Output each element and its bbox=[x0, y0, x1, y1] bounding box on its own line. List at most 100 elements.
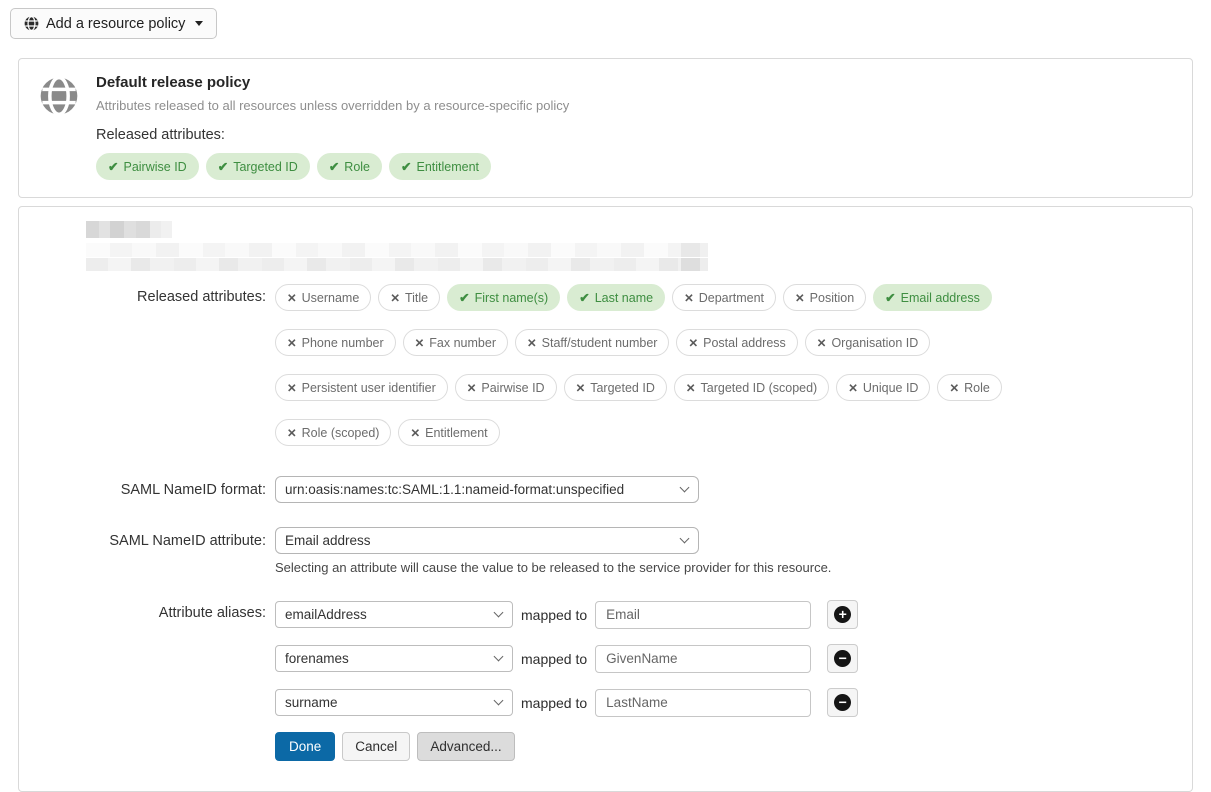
attribute-pill-label: Staff/student number bbox=[542, 336, 658, 350]
check-icon: ✔ bbox=[329, 159, 339, 174]
x-icon: ✕ bbox=[390, 291, 400, 305]
attribute-pill-label: Title bbox=[405, 291, 428, 305]
default-policy-description: Attributes released to all resources unl… bbox=[96, 98, 569, 113]
attribute-pill-label: Organisation ID bbox=[831, 336, 918, 350]
attribute-pill[interactable]: ✕ ✔ Pairwise ID bbox=[96, 153, 199, 180]
attribute-alias-row: emailAddress mapped to + bbox=[275, 600, 858, 629]
nameid-attribute-select[interactable]: Email address bbox=[275, 527, 699, 554]
x-icon: ✕ bbox=[684, 291, 694, 305]
attribute-aliases-label: Attribute aliases: bbox=[39, 600, 266, 621]
attribute-pill[interactable]: ✕ ✔ Targeted ID bbox=[564, 374, 667, 401]
x-icon: ✕ bbox=[287, 291, 297, 305]
alias-source-select[interactable]: surname bbox=[275, 689, 513, 716]
attribute-pill-label: Fax number bbox=[429, 336, 496, 350]
alias-target-input[interactable] bbox=[595, 689, 811, 717]
x-icon: ✕ bbox=[287, 381, 297, 395]
attribute-pill[interactable]: ✕ ✔ Position bbox=[783, 284, 866, 311]
advanced-button[interactable]: Advanced... bbox=[417, 732, 514, 761]
default-release-policy-card: Default release policy Attributes releas… bbox=[18, 58, 1193, 198]
nameid-attribute-row: SAML NameID attribute: Email address bbox=[39, 527, 1172, 554]
x-icon: ✕ bbox=[287, 426, 297, 440]
nameid-format-label: SAML NameID format: bbox=[39, 482, 266, 498]
x-icon: ✕ bbox=[817, 336, 827, 350]
attribute-pill-label: Targeted ID bbox=[233, 160, 298, 174]
attribute-pill[interactable]: ✕ ✔ Entitlement bbox=[389, 153, 491, 180]
check-icon: ✔ bbox=[108, 159, 118, 174]
default-policy-title: Default release policy bbox=[96, 74, 569, 91]
check-icon: ✔ bbox=[579, 290, 589, 305]
alias-action-button[interactable]: − bbox=[827, 688, 858, 717]
plus-minus-icon: − bbox=[834, 650, 851, 667]
attribute-pill[interactable]: ✕ ✔ Username bbox=[275, 284, 371, 311]
attribute-pill[interactable]: ✕ ✔ Role bbox=[937, 374, 1001, 401]
attribute-pill[interactable]: ✕ ✔ Email address bbox=[873, 284, 992, 311]
released-attributes-row: Released attributes: ✕ ✔ Username ✕ ✔ Ti… bbox=[39, 284, 1172, 446]
attribute-pill[interactable]: ✕ ✔ Department bbox=[672, 284, 776, 311]
form-actions: Done Cancel Advanced... bbox=[275, 732, 1172, 761]
nameid-format-row: SAML NameID format: urn:oasis:names:tc:S… bbox=[39, 476, 1172, 503]
alias-rows: emailAddress mapped to + forenames bbox=[275, 600, 858, 717]
mapped-to-label: mapped to bbox=[521, 651, 587, 667]
nameid-attribute-label: SAML NameID attribute: bbox=[39, 533, 266, 549]
attribute-pill-label: First name(s) bbox=[475, 291, 549, 305]
alias-source-select[interactable]: emailAddress bbox=[275, 601, 513, 628]
caret-down-icon bbox=[195, 21, 203, 26]
resource-policy-pills: ✕ ✔ Username ✕ ✔ Title ✕ ✔ First name(s) bbox=[275, 284, 1075, 446]
attribute-pill[interactable]: ✕ ✔ Organisation ID bbox=[805, 329, 931, 356]
attribute-pill-label: Role (scoped) bbox=[302, 426, 380, 440]
check-icon: ✔ bbox=[218, 159, 228, 174]
attribute-pill[interactable]: ✕ ✔ Unique ID bbox=[836, 374, 930, 401]
x-icon: ✕ bbox=[287, 336, 297, 350]
attribute-pill-label: Unique ID bbox=[863, 381, 919, 395]
released-attributes-label: Released attributes: bbox=[39, 284, 266, 305]
attribute-pill-label: Position bbox=[810, 291, 854, 305]
alias-target-input[interactable] bbox=[595, 601, 811, 629]
attribute-pill[interactable]: ✕ ✔ Persistent user identifier bbox=[275, 374, 448, 401]
mapped-to-label: mapped to bbox=[521, 695, 587, 711]
attribute-pill[interactable]: ✕ ✔ Fax number bbox=[403, 329, 508, 356]
attribute-aliases-row: Attribute aliases: emailAddress mapped t… bbox=[39, 600, 1172, 717]
attribute-alias-row: surname mapped to − bbox=[275, 688, 858, 717]
attribute-pill[interactable]: ✕ ✔ Phone number bbox=[275, 329, 396, 356]
attribute-pill[interactable]: ✕ ✔ Entitlement bbox=[398, 419, 499, 446]
plus-minus-icon: − bbox=[834, 694, 851, 711]
resource-policy-card: Released attributes: ✕ ✔ Username ✕ ✔ Ti… bbox=[18, 206, 1193, 792]
globe-icon bbox=[39, 76, 79, 116]
nameid-format-select[interactable]: urn:oasis:names:tc:SAML:1.1:nameid-forma… bbox=[275, 476, 699, 503]
attribute-pill[interactable]: ✕ ✔ Last name bbox=[567, 284, 665, 311]
attribute-pill-label: Phone number bbox=[302, 336, 384, 350]
attribute-pill[interactable]: ✕ ✔ Role bbox=[317, 153, 382, 180]
alias-action-button[interactable]: + bbox=[827, 600, 858, 629]
attribute-pill[interactable]: ✕ ✔ Targeted ID bbox=[206, 153, 310, 180]
x-icon: ✕ bbox=[949, 381, 959, 395]
redacted-text-block bbox=[86, 221, 172, 238]
attribute-pill-label: Pairwise ID bbox=[481, 381, 544, 395]
attribute-pill[interactable]: ✕ ✔ Postal address bbox=[676, 329, 797, 356]
attribute-pill[interactable]: ✕ ✔ Title bbox=[378, 284, 440, 311]
attribute-pill[interactable]: ✕ ✔ First name(s) bbox=[447, 284, 560, 311]
attribute-pill-label: Targeted ID (scoped) bbox=[701, 381, 818, 395]
alias-action-button[interactable]: − bbox=[827, 644, 858, 673]
nameid-attribute-help: Selecting an attribute will cause the va… bbox=[275, 560, 1172, 575]
attribute-pill-label: Role bbox=[964, 381, 990, 395]
attribute-pill[interactable]: ✕ ✔ Role (scoped) bbox=[275, 419, 391, 446]
add-resource-policy-label: Add a resource policy bbox=[46, 16, 185, 32]
x-icon: ✕ bbox=[576, 381, 586, 395]
done-button[interactable]: Done bbox=[275, 732, 335, 761]
attribute-pill-label: Pairwise ID bbox=[123, 160, 186, 174]
attribute-pill[interactable]: ✕ ✔ Pairwise ID bbox=[455, 374, 557, 401]
check-icon: ✔ bbox=[459, 290, 469, 305]
attribute-pill[interactable]: ✕ ✔ Staff/student number bbox=[515, 329, 669, 356]
x-icon: ✕ bbox=[410, 426, 420, 440]
redacted-text-block bbox=[86, 243, 708, 257]
add-resource-policy-button[interactable]: Add a resource policy bbox=[10, 8, 217, 39]
attribute-pill-label: Username bbox=[302, 291, 360, 305]
attribute-pill[interactable]: ✕ ✔ Targeted ID (scoped) bbox=[674, 374, 829, 401]
alias-target-input[interactable] bbox=[595, 645, 811, 673]
x-icon: ✕ bbox=[686, 381, 696, 395]
attribute-alias-row: forenames mapped to − bbox=[275, 644, 858, 673]
check-icon: ✔ bbox=[885, 290, 895, 305]
cancel-button[interactable]: Cancel bbox=[342, 732, 410, 761]
globe-icon bbox=[24, 16, 39, 31]
alias-source-select[interactable]: forenames bbox=[275, 645, 513, 672]
